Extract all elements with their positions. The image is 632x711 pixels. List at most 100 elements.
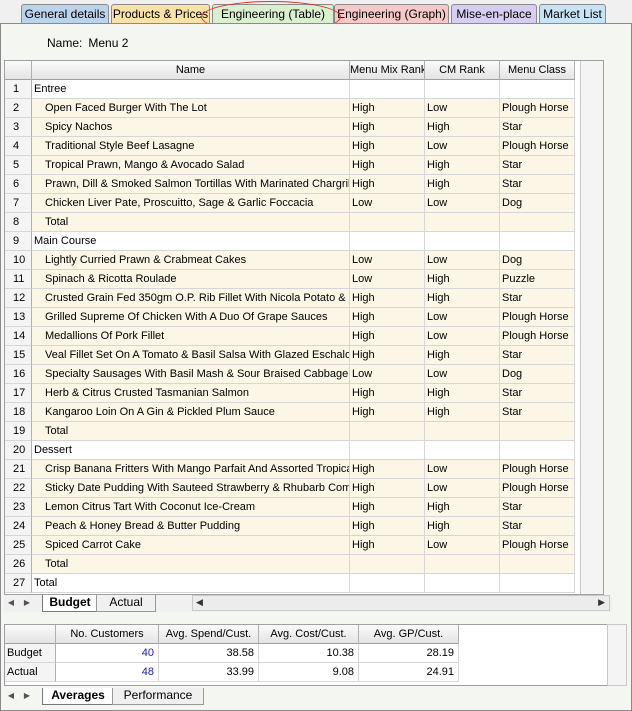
tab-mise-en-place[interactable]: Mise-en-place [451,4,537,23]
cell-menu-mix-rank[interactable]: High [350,156,425,175]
col-header-menu-class[interactable]: Menu Class [500,61,575,80]
cell-menu-mix-rank[interactable]: Low [350,270,425,289]
bottom-last-arrow-icon[interactable]: ▶ [22,690,32,702]
table-row[interactable]: 5 Tropical Prawn, Mango & Avocado Salad Hi… [5,156,603,175]
cell-menu-class[interactable]: Star [500,498,575,517]
cell-cm-rank[interactable] [425,213,500,232]
cell-item-name[interactable]: Entree [32,80,350,99]
cell-row-number[interactable]: 26 [5,555,32,574]
cell-menu-mix-rank[interactable]: Low [350,251,425,270]
tab-engineering-table[interactable]: Engineering (Table) [212,4,334,23]
cell-item-name[interactable]: Spicy Nachos [32,118,350,137]
cell-row-number[interactable]: 4 [5,137,32,156]
cell-row-number[interactable]: 1 [5,80,32,99]
cell-item-name[interactable]: Total [32,422,350,441]
cell-menu-mix-rank[interactable]: Low [350,365,425,384]
cell-cm-rank[interactable] [425,441,500,460]
cell-item-name[interactable]: Total [32,574,350,593]
cell-menu-class[interactable]: Puzzle [500,270,575,289]
cell-cm-rank[interactable] [425,574,500,593]
cell-menu-class[interactable]: Dog [500,365,575,384]
cell-row-number[interactable]: 23 [5,498,32,517]
cell-item-name[interactable]: Dessert [32,441,350,460]
cell-menu-class[interactable]: Plough Horse [500,460,575,479]
table-row[interactable]: 1 Entree [5,80,603,99]
cell-menu-class[interactable] [500,574,575,593]
cell-menu-class[interactable] [500,80,575,99]
cell-menu-class[interactable]: Plough Horse [500,99,575,118]
cell-menu-class[interactable]: Star [500,346,575,365]
cell-cm-rank[interactable]: High [425,175,500,194]
sheet-tab-budget[interactable]: Budget [42,595,98,612]
cell-menu-class[interactable] [500,422,575,441]
cell-cm-rank[interactable] [425,422,500,441]
table-row[interactable]: 20 Dessert [5,441,603,460]
cell-cm-rank[interactable]: High [425,270,500,289]
cell-menu-class[interactable]: Plough Horse [500,479,575,498]
cell-menu-class[interactable] [500,232,575,251]
cell-menu-mix-rank[interactable] [350,232,425,251]
cell-item-name[interactable]: Veal Fillet Set On A Tomato & Basil Sals… [32,346,350,365]
table-vertical-scrollbar[interactable] [580,61,603,594]
cell-cm-rank[interactable]: Low [425,536,500,555]
cell-cm-rank[interactable]: Low [425,99,500,118]
cell-row-number[interactable]: 8 [5,213,32,232]
cell-item-name[interactable]: Grilled Supreme Of Chicken With A Duo Of… [32,308,350,327]
cell-row-number[interactable]: 27 [5,574,32,593]
cell-item-name[interactable]: Spinach & Ricotta Roulade [32,270,350,289]
cell-row-number[interactable]: 3 [5,118,32,137]
cell-item-name[interactable]: Lightly Curried Prawn & Crabmeat Cakes [32,251,350,270]
cell-row-number[interactable]: 2 [5,99,32,118]
tab-market-list[interactable]: Market List [539,4,606,23]
cell-row-number[interactable]: 17 [5,384,32,403]
scroll-left-icon[interactable]: ◀ [196,597,203,608]
cell-menu-class[interactable]: Dog [500,251,575,270]
cell-menu-mix-rank[interactable]: High [350,137,425,156]
cell-menu-class[interactable]: Star [500,517,575,536]
tab-engineering-graph[interactable]: Engineering (Graph) [334,4,449,23]
tab-general-details[interactable]: General details [21,4,109,23]
cell-cm-rank[interactable]: Low [425,194,500,213]
cell-menu-class[interactable] [500,555,575,574]
cell-cm-rank[interactable]: High [425,384,500,403]
cell-item-name[interactable]: Chicken Liver Pate, Proscuitto, Sage & G… [32,194,350,213]
cell-cm-rank[interactable]: Low [425,251,500,270]
tab-products-prices[interactable]: Products & Prices [111,4,210,23]
cell-cm-rank[interactable]: Low [425,460,500,479]
cell-menu-class[interactable]: Plough Horse [500,536,575,555]
cell-item-name[interactable]: Medallions Of Pork Fillet [32,327,350,346]
cell-item-name[interactable]: Total [32,555,350,574]
cell-item-name[interactable]: Open Faced Burger With The Lot [32,99,350,118]
cell-menu-mix-rank[interactable] [350,422,425,441]
cell-cm-rank[interactable]: High [425,346,500,365]
cell-row-number[interactable]: 24 [5,517,32,536]
cell-row-number[interactable]: 13 [5,308,32,327]
cell-menu-class[interactable]: Star [500,175,575,194]
cell-item-name[interactable]: Specialty Sausages With Basil Mash & Sou… [32,365,350,384]
cell-cm-rank[interactable]: High [425,517,500,536]
bottom-tab-averages[interactable]: Averages [42,688,114,705]
cell-menu-class[interactable] [500,213,575,232]
table-row[interactable]: 8 Total [5,213,603,232]
col-header-menu-mix-rank[interactable]: Menu Mix Rank [350,61,425,80]
cell-row-number[interactable]: 15 [5,346,32,365]
cell-row-number[interactable]: 12 [5,289,32,308]
cell-cm-rank[interactable]: Low [425,308,500,327]
col-header-cm-rank[interactable]: CM Rank [425,61,500,80]
table-row[interactable]: 10 Lightly Curried Prawn & Crabmeat Cakes… [5,251,603,270]
cell-row-number[interactable]: 14 [5,327,32,346]
table-horizontal-scrollbar[interactable]: ◀ ▶ [192,595,610,611]
table-row[interactable]: 18 Kangaroo Loin On A Gin & Pickled Plum … [5,403,603,422]
summary-budget-customers[interactable]: 40 [56,644,159,663]
table-row[interactable]: 11 Spinach & Ricotta Roulade Low High Puzzle [5,270,603,289]
col-header-name[interactable]: Name [32,61,350,80]
cell-cm-rank[interactable]: Low [425,365,500,384]
cell-row-number[interactable]: 16 [5,365,32,384]
cell-menu-class[interactable]: Star [500,156,575,175]
cell-menu-mix-rank[interactable] [350,574,425,593]
cell-item-name[interactable]: Crusted Grain Fed 350gm O.P. Rib Fillet … [32,289,350,308]
cell-menu-class[interactable]: Star [500,118,575,137]
cell-menu-mix-rank[interactable]: High [350,346,425,365]
table-row[interactable]: 26 Total [5,555,603,574]
cell-cm-rank[interactable]: Low [425,137,500,156]
